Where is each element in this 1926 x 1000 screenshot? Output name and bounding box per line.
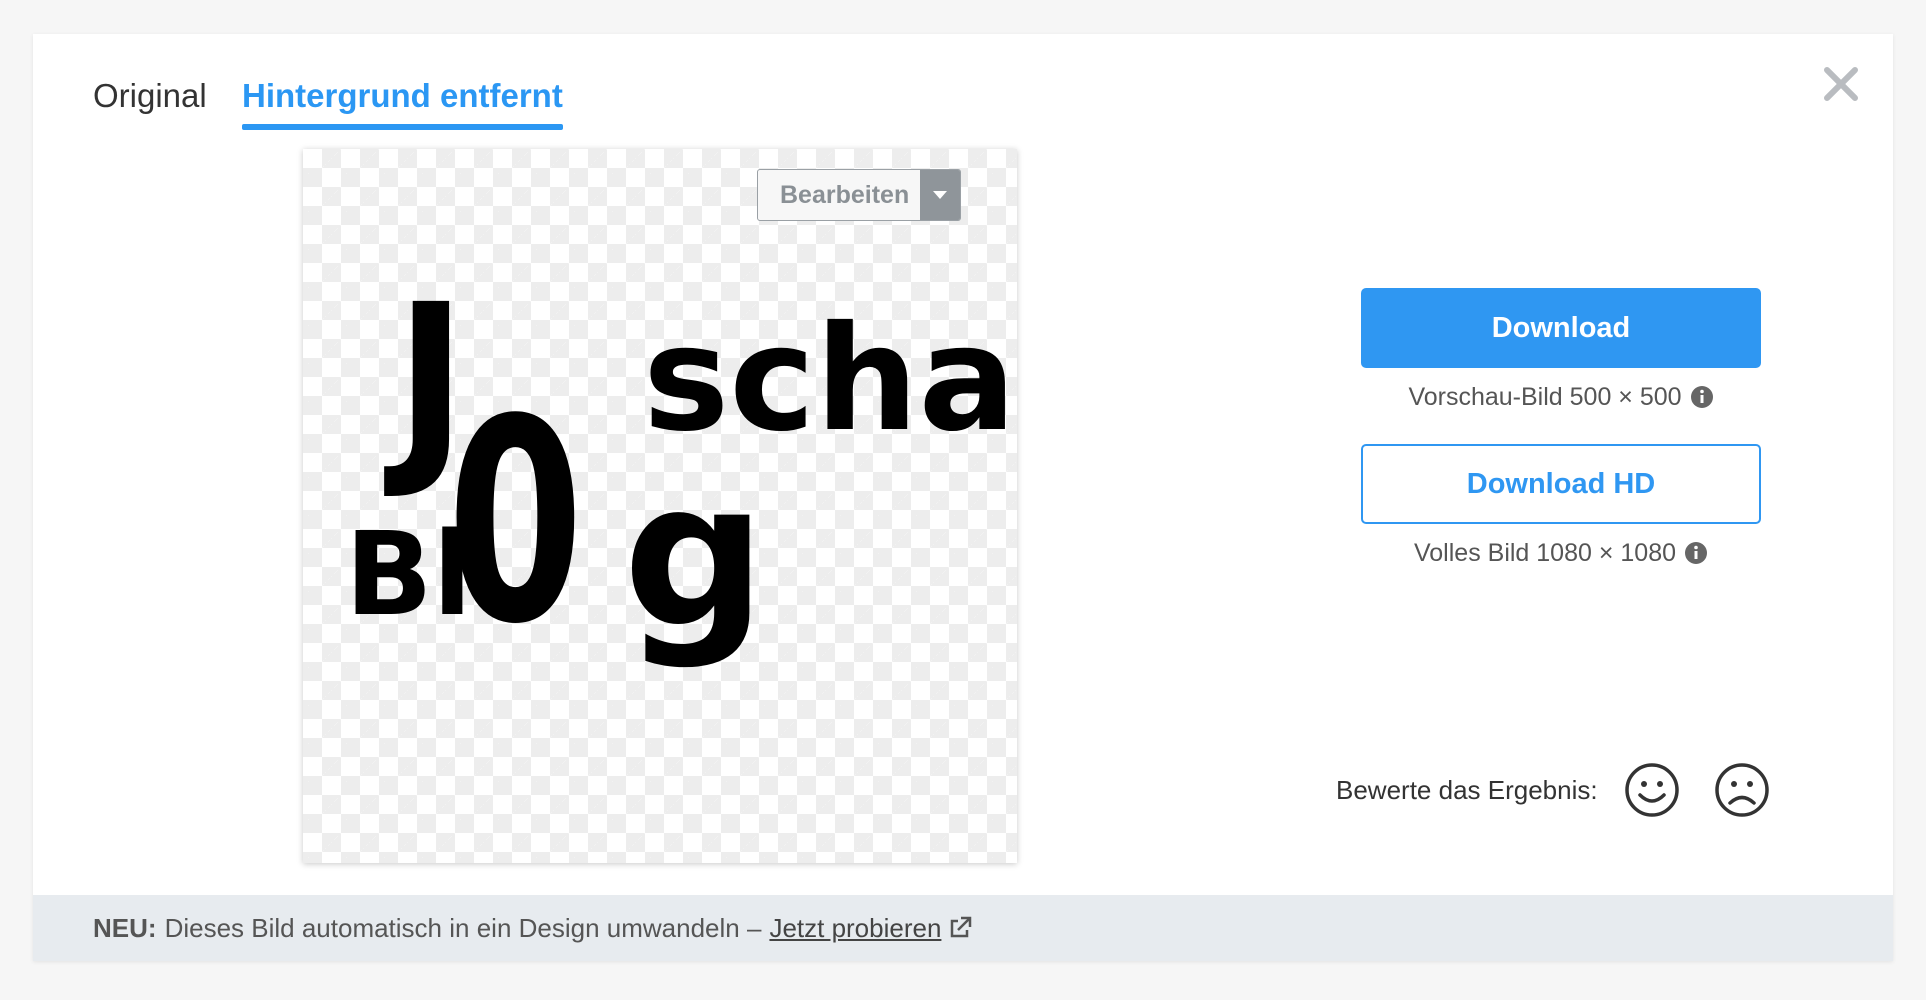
logo-letters-bl: Bl [345,508,472,642]
chevron-down-icon [933,191,947,199]
rating-section: Bewerte das Ergebnis: [1336,760,1770,820]
download-caption: Vorschau-Bild 500 × 500 [1361,380,1761,414]
smiley-sad-icon[interactable] [1714,762,1770,818]
rating-label: Bewerte das Ergebnis: [1336,774,1598,805]
edit-dropdown-toggle[interactable] [920,170,960,220]
download-panel: Download Vorschau-Bild 500 × 500 Downloa… [1361,288,1761,570]
edit-button-label: Bearbeiten [780,180,910,209]
download-hd-caption-text: Volles Bild 1080 × 1080 [1413,538,1676,567]
try-now-link[interactable]: Jetzt probieren [769,913,941,944]
info-icon[interactable] [1690,385,1714,409]
new-label: NEU: [93,912,157,943]
edit-button[interactable]: Bearbeiten [758,170,920,220]
promo-text: Dieses Bild automatisch in ein Design um… [164,912,762,943]
tab-background-removed-label: Hintergrund entfernt [242,77,563,114]
logo-letter-g: g [623,439,766,672]
smiley-happy-icon[interactable] [1624,762,1680,818]
download-caption-text: Vorschau-Bild 500 × 500 [1408,382,1682,411]
active-tab-indicator [242,124,563,130]
external-link-icon[interactable] [947,915,973,941]
download-hd-button[interactable]: Download HD [1361,444,1761,524]
edit-button-group: Bearbeiten [757,169,961,221]
result-dialog: Original Hintergrund entfernt J scha 0 B… [33,34,1893,961]
download-hd-caption: Volles Bild 1080 × 1080 [1361,536,1761,570]
info-icon[interactable] [1684,541,1708,565]
image-preview: J scha 0 Bl g Bearbeiten [303,149,1017,863]
close-icon[interactable] [1821,64,1861,104]
promo-footer: NEU: Dieses Bild automatisch in ein Desi… [33,895,1893,961]
tab-original[interactable]: Original [93,74,207,118]
logo-image: J scha 0 Bl g [345,259,1016,685]
download-button[interactable]: Download [1361,288,1761,368]
tab-background-removed[interactable]: Hintergrund entfernt [242,74,563,130]
